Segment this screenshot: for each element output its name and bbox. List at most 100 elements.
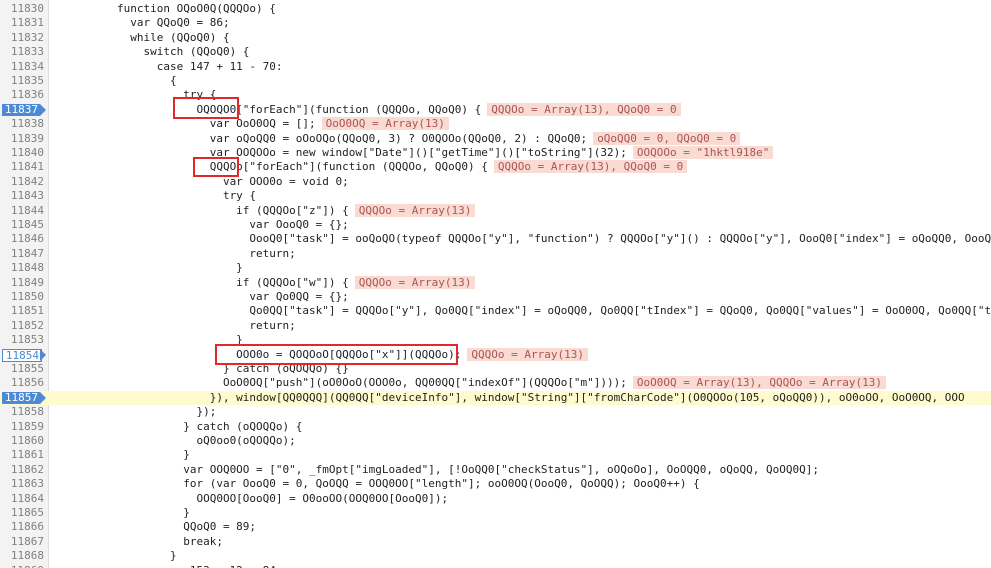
code-line[interactable]: 11850 var Qo0QQ = {};: [0, 290, 991, 304]
line-number[interactable]: 11847: [0, 247, 44, 261]
line-number[interactable]: 11830: [0, 2, 44, 16]
line-number[interactable]: 11856: [0, 376, 44, 390]
code-line[interactable]: 11844 if (QQQOo["z"]) {QQQOo = Array(13): [0, 203, 991, 218]
highlight-box-line-11837: [173, 97, 239, 119]
line-code: if (QQQOo["z"]) {QQQOo = Array(13): [64, 203, 476, 218]
code-line[interactable]: 11855 } catch (oQOQQo) {}: [0, 362, 991, 376]
code-line[interactable]: 11832 while (QQoQ0) {: [0, 31, 991, 45]
line-code: return;: [64, 246, 296, 260]
highlight-box-line-11854: [215, 344, 458, 365]
line-number[interactable]: 11864: [0, 492, 44, 506]
line-code: var OOQOOo = new window["Date"]()["getTi…: [64, 146, 774, 160]
code-line[interactable]: 11846 OooQ0["task"] = ooQoQO(typeof QQQO…: [0, 232, 991, 246]
code-line[interactable]: 11843 try {: [0, 189, 991, 203]
code-line[interactable]: 11860 oQ0oo0(oQOQQo);: [0, 434, 991, 448]
code-line[interactable]: 11847 return;: [0, 247, 991, 261]
line-number[interactable]: 11859: [0, 420, 44, 434]
line-number[interactable]: 11831: [0, 16, 44, 30]
line-number[interactable]: 11860: [0, 434, 44, 448]
line-number[interactable]: 11846: [0, 232, 44, 246]
breakpoint-marker-icon[interactable]: [40, 348, 46, 361]
code-line[interactable]: 11845 var OooQ0 = {};: [0, 218, 991, 232]
code-line[interactable]: 11838 var OoO0OQ = []; OoO0OQ = Array(13): [0, 117, 991, 131]
inline-value-annotation: QQQOo = Array(13), QQoQ0 = 0: [487, 102, 681, 116]
code-line[interactable]: 11837 OQOQO0["forEach"](function (QQQOo,…: [0, 102, 991, 117]
code-line[interactable]: 11851 Qo0QQ["task"] = QQQOo["y"], Qo0QQ[…: [0, 304, 991, 318]
line-number[interactable]: 11850: [0, 290, 44, 304]
code-line[interactable]: 11861 }: [0, 448, 991, 462]
line-number[interactable]: 11841: [0, 160, 44, 174]
code-line[interactable]: 11831 var QQoQ0 = 86;: [0, 16, 991, 30]
line-number[interactable]: 11868: [0, 549, 44, 563]
inline-value-annotation: oQoQQ0 = 0, QQoQ0 = 0: [593, 131, 741, 145]
code-line[interactable]: 11842 var OOO0o = void 0;: [0, 175, 991, 189]
inline-value-annotation: OOQOOo = "1hktl918e": [632, 146, 774, 159]
line-number[interactable]: 11863: [0, 477, 44, 491]
code-line[interactable]: 11867 break;: [0, 535, 991, 549]
code-line[interactable]: 11863 for (var OooQ0 = 0, QoOQQ = OOQ0OO…: [0, 477, 991, 491]
line-number[interactable]: 11838: [0, 117, 44, 131]
code-line[interactable]: 11830 function OQoO0Q(QQQOo) {: [0, 2, 991, 16]
code-line[interactable]: 11862 var OOQ0OO = ["0", _fmOpt["imgLoad…: [0, 463, 991, 477]
line-number[interactable]: 11857: [2, 391, 40, 404]
line-number[interactable]: 11855: [0, 362, 44, 376]
line-number[interactable]: 11853: [0, 333, 44, 347]
code-line[interactable]: 11869 case 153 - 12 - 84:: [0, 564, 991, 568]
code-line[interactable]: 11864 OOQ0OO[OooQ0] = O0ooOO(OOQ0OO[OooQ…: [0, 492, 991, 506]
line-number[interactable]: 11839: [0, 132, 44, 146]
breakpoint-marker-icon[interactable]: [40, 103, 46, 116]
line-code: }: [64, 549, 177, 563]
line-number[interactable]: 11843: [0, 189, 44, 203]
inline-value-annotation: OoO0OQ = Array(13): [321, 117, 449, 131]
line-code: }: [64, 448, 190, 462]
line-number[interactable]: 11842: [0, 175, 44, 189]
code-line[interactable]: 11836 try {: [0, 88, 991, 102]
line-number[interactable]: 11837: [2, 103, 40, 116]
line-number[interactable]: 11844: [0, 204, 44, 218]
line-code: OOQ0OO[OooQ0] = O0ooOO(OOQ0OO[OooQ0]);: [64, 491, 449, 505]
code-line[interactable]: 11852 return;: [0, 319, 991, 333]
line-number[interactable]: 11865: [0, 506, 44, 520]
code-line[interactable]: 11833 switch (QQoQ0) {: [0, 45, 991, 59]
line-number[interactable]: 11840: [0, 146, 44, 160]
code-line[interactable]: 11865 }: [0, 506, 991, 520]
code-editor[interactable]: 11830 function OQoO0Q(QQQOo) {11831 var …: [0, 0, 991, 568]
line-number[interactable]: 11861: [0, 448, 44, 462]
code-line[interactable]: 11868 }: [0, 549, 991, 563]
line-number[interactable]: 11851: [0, 304, 44, 318]
code-line[interactable]: 11859 } catch (oQOQQo) {: [0, 420, 991, 434]
line-number[interactable]: 11836: [0, 88, 44, 102]
code-line[interactable]: 11841 QQQOo["forEach"](function (QQQOo, …: [0, 160, 991, 174]
line-number[interactable]: 11834: [0, 60, 44, 74]
breakpoint-marker-icon[interactable]: [40, 391, 46, 404]
line-code: case 153 - 12 - 84:: [64, 564, 283, 568]
line-number[interactable]: 11869: [0, 564, 44, 568]
line-number[interactable]: 11849: [0, 276, 44, 290]
code-line[interactable]: 11854 OOO0o = QOQOoO[QQQOo["x"]](QQQOo);…: [0, 347, 991, 362]
line-number[interactable]: 11858: [0, 405, 44, 419]
line-number[interactable]: 11845: [0, 218, 44, 232]
line-number[interactable]: 11862: [0, 463, 44, 477]
line-number[interactable]: 11833: [0, 45, 44, 59]
line-number[interactable]: 11852: [0, 319, 44, 333]
code-line[interactable]: 11853 }: [0, 333, 991, 347]
code-line[interactable]: 11849 if (QQQOo["w"]) {QQQOo = Array(13): [0, 275, 991, 290]
code-line[interactable]: 11848 }: [0, 261, 991, 275]
line-code: var oQoQQ0 = oOoOQo(QQoQ0, 3) ? O0QOOo(Q…: [64, 131, 741, 146]
line-number[interactable]: 11848: [0, 261, 44, 275]
line-number[interactable]: 11835: [0, 74, 44, 88]
code-line[interactable]: 11834 case 147 + 11 - 70:: [0, 60, 991, 74]
code-line[interactable]: 11840 var OOQOOo = new window["Date"]()[…: [0, 146, 991, 160]
line-number[interactable]: 11867: [0, 535, 44, 549]
inline-value-annotation: OoO0OQ = Array(13), QQQOo = Array(13): [632, 376, 886, 390]
line-number[interactable]: 11854: [2, 348, 42, 362]
code-line[interactable]: 11835 {: [0, 74, 991, 88]
code-line[interactable]: 11866 QQoQ0 = 89;: [0, 520, 991, 534]
code-line[interactable]: 11857 }), window[QQ0QQQ](QQ0QQ["deviceIn…: [0, 390, 991, 406]
line-number[interactable]: 11832: [0, 31, 44, 45]
code-line[interactable]: 11858 });: [0, 405, 991, 419]
line-number[interactable]: 11866: [0, 520, 44, 534]
highlight-box-line-11841: [193, 157, 239, 177]
code-line[interactable]: 11839 var oQoQQ0 = oOoOQo(QQoQ0, 3) ? O0…: [0, 131, 991, 146]
code-line[interactable]: 11856 OoO0OQ["push"](oO0OoO(OOO0o, QQ00Q…: [0, 376, 991, 390]
